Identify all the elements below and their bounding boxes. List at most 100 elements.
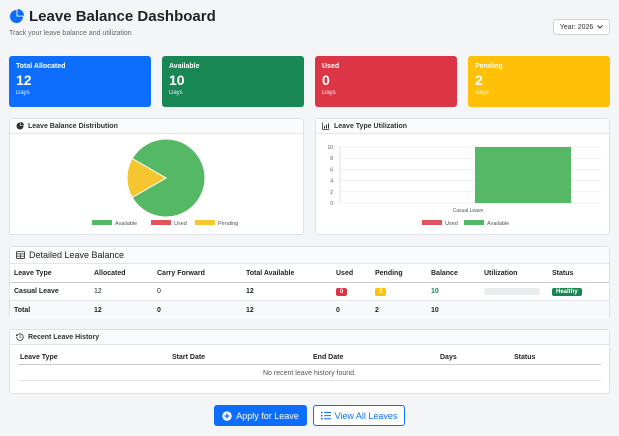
utilization-header: Leave Type Utilization: [316, 119, 609, 134]
legend-label: Pending: [218, 221, 238, 227]
detailed-panel: Detailed Leave Balance Leave Type Alloca…: [9, 246, 610, 319]
col-header: Start Date: [172, 353, 206, 361]
history-icon: [16, 333, 24, 341]
history-header: Recent Leave History: [10, 330, 609, 345]
col-header: Pending: [375, 270, 403, 277]
year-label: Year: 2026: [559, 23, 594, 31]
card-unit: Days: [322, 90, 336, 96]
card-label: Pending: [475, 63, 503, 70]
legend-item-available: Available: [464, 220, 509, 227]
apply-leave-label: Apply for Leave: [236, 410, 299, 421]
card-unit: Days: [475, 90, 489, 96]
used-badge: 0: [336, 287, 348, 296]
legend-item-available: Available: [92, 220, 137, 227]
distribution-title: Leave Balance Distribution: [28, 122, 118, 130]
card-label: Available: [169, 63, 200, 70]
col-header: Carry Forward: [157, 270, 205, 277]
legend-item-used: Used: [151, 220, 187, 227]
card-label: Used: [322, 63, 340, 70]
pie-chart-icon: [16, 122, 24, 130]
legend-label: Used: [174, 221, 187, 227]
list-icon: [320, 411, 331, 420]
col-header: Leave Type: [14, 270, 52, 277]
cell-allocated: 12: [94, 306, 102, 314]
pending-badge: 2: [375, 287, 387, 296]
history-panel: Recent Leave History Leave Type Start Da…: [9, 329, 610, 394]
card-label: Total Allocated: [16, 63, 66, 70]
bar-available: [475, 147, 571, 203]
pie-chart: Available Used Pending: [92, 138, 238, 227]
cell-balance: 10: [431, 306, 439, 314]
legend-item-used: Used: [422, 220, 458, 227]
y-tick-label: 4: [330, 179, 333, 185]
card-value: 12: [16, 72, 32, 88]
history-empty-message: No recent leave history found.: [263, 369, 356, 377]
history-title: Recent Leave History: [28, 333, 100, 341]
legend-label: Available: [487, 221, 509, 227]
status-badge: Healthy: [552, 287, 582, 296]
col-header: Status: [514, 353, 536, 361]
view-all-leaves-button[interactable]: View All Leaves: [313, 405, 405, 426]
cell-total: 12: [246, 288, 254, 295]
col-header: Status: [552, 270, 574, 277]
cell-balance: 10: [431, 288, 439, 295]
legend-swatch: [151, 220, 171, 225]
table-total-row: Total 12 0 12 0 2 10: [10, 301, 609, 319]
cell-carry: 0: [157, 288, 161, 295]
y-tick-label: 2: [330, 190, 333, 196]
card-value: 10: [169, 72, 185, 88]
page-title: Leave Balance Dashboard: [29, 8, 216, 25]
legend-swatch: [195, 220, 215, 225]
page-header: Leave Balance Dashboard: [9, 8, 216, 25]
plus-circle-icon: [222, 410, 232, 421]
table-header-row: Leave Type Allocated Carry Forward Total…: [10, 265, 609, 283]
cell-total-label: Total: [14, 306, 31, 314]
detailed-title: Detailed Leave Balance: [29, 250, 125, 260]
utilization-progress: [484, 288, 540, 295]
legend-item-pending: Pending: [195, 220, 238, 227]
bar-chart-icon: [322, 122, 330, 130]
card-available: Available 10 Days: [162, 56, 304, 107]
cell-pending: 2: [375, 306, 379, 314]
pie-chart-icon: [9, 9, 24, 24]
utilization-title: Leave Type Utilization: [334, 122, 407, 130]
col-header: Total Available: [246, 270, 295, 277]
bar-chart: 0 2 4 6 8 10 Casual Leave Used Available: [327, 145, 601, 227]
table-row: Casual Leave 12 0 12 0 2 10 Healthy: [10, 283, 609, 301]
table-icon: [16, 251, 25, 259]
legend-swatch: [422, 220, 442, 225]
col-header: Days: [440, 353, 457, 361]
col-header: Utilization: [484, 270, 518, 277]
legend-swatch: [464, 220, 484, 225]
utilization-panel: Leave Type Utilization 0 2 4 6 8 10 Casual Lea…: [315, 118, 610, 235]
distribution-header: Leave Balance Distribution: [10, 119, 303, 134]
card-value: 0: [322, 72, 330, 88]
y-tick-label: 10: [327, 145, 333, 151]
col-header: Balance: [431, 270, 458, 277]
y-tick-label: 0: [330, 201, 333, 207]
apply-leave-button[interactable]: Apply for Leave: [214, 405, 307, 426]
legend-label: Available: [115, 221, 137, 227]
history-header-row: Leave Type Start Date End Date Days Stat…: [18, 350, 601, 365]
view-all-leaves-label: View All Leaves: [334, 410, 398, 421]
card-unit: Days: [169, 90, 183, 96]
card-pending: Pending 2 Days: [468, 56, 610, 107]
col-header: Used: [336, 270, 354, 277]
cell-allocated: 12: [94, 288, 102, 295]
card-used: Used 0 Days: [315, 56, 457, 107]
card-total-allocated: Total Allocated 12 Days: [9, 56, 151, 107]
year-select[interactable]: Year: 2026: [553, 19, 610, 35]
cell-total: 12: [246, 306, 254, 314]
cell-leave-type: Casual Leave: [14, 288, 59, 295]
cell-used: 0: [336, 306, 340, 314]
page-subtitle: Track your leave balance and utilization: [9, 30, 132, 37]
y-tick-label: 6: [330, 167, 333, 173]
cell-carry: 0: [157, 306, 161, 314]
col-header: End Date: [313, 353, 344, 361]
legend-swatch: [92, 220, 112, 225]
chevron-down-icon: [597, 25, 604, 29]
col-header: Leave Type: [20, 353, 58, 361]
legend-label: Used: [445, 221, 458, 227]
y-tick-label: 8: [330, 156, 333, 162]
col-header: Allocated: [94, 270, 126, 277]
